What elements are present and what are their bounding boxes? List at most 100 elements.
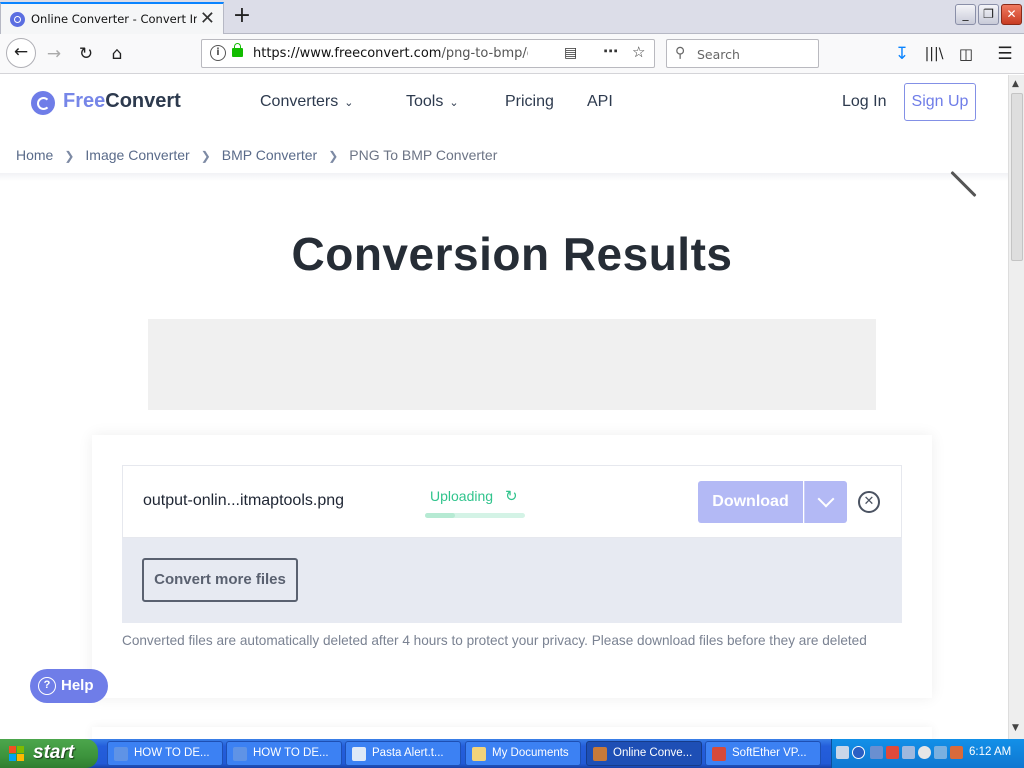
site-info-icon[interactable]: i	[210, 45, 226, 61]
scroll-up-arrow-icon[interactable]: ▲	[1012, 79, 1019, 89]
windows-taskbar: start HOW TO DE... HOW TO DE... Pasta Al…	[0, 739, 1024, 768]
breadcrumb-current: PNG To BMP Converter	[349, 147, 498, 163]
forward-arrow-icon[interactable]: →	[41, 41, 67, 67]
login-link[interactable]: Log In	[842, 93, 886, 111]
page-actions-icon[interactable]: ⋯	[603, 42, 618, 60]
logo-free: Free	[63, 90, 106, 112]
nav-converters[interactable]: Converters ⌄	[260, 93, 353, 111]
breadcrumb-home[interactable]: Home	[16, 147, 53, 163]
browser-tabbar: Online Converter - Convert Image ✕ + _ ❐…	[0, 0, 1024, 34]
speaker-icon[interactable]	[918, 746, 931, 759]
url-host: https://www.freeconvert.com	[253, 46, 442, 61]
notepad-icon	[352, 747, 366, 761]
signup-button[interactable]: Sign Up	[904, 83, 976, 121]
breadcrumb-bmp-converter[interactable]: BMP Converter	[222, 147, 317, 163]
browser-tab-active[interactable]: Online Converter - Convert Image ✕	[0, 2, 224, 34]
window-minimize-button[interactable]: _	[955, 4, 976, 25]
tab-title: Online Converter - Convert Image	[31, 12, 197, 26]
help-question-icon: ?	[38, 677, 56, 695]
upload-progress-fill	[425, 513, 455, 518]
nav-tools-label: Tools	[406, 93, 444, 110]
search-icon: ⚲	[675, 45, 686, 61]
header-divider	[0, 173, 1008, 181]
privacy-notice: Converted files are automatically delete…	[122, 633, 867, 648]
network-icon[interactable]	[870, 746, 883, 759]
download-options-chevron-icon[interactable]	[804, 481, 847, 523]
page-viewport: FreeConvert Converters ⌄ Tools ⌄ Pricing A…	[0, 75, 1008, 739]
firefox-icon	[593, 747, 607, 761]
secure-lock-icon	[232, 43, 243, 57]
site-logo[interactable]: FreeConvert	[63, 90, 181, 113]
search-bar[interactable]: ⚲ Search	[666, 39, 819, 68]
taskbar-item-softether[interactable]: SoftEther VP...	[705, 741, 821, 766]
start-button[interactable]: start	[0, 739, 98, 768]
taskbar-item-label: SoftEther VP...	[732, 747, 807, 759]
taskbar-item-how-to-2[interactable]: HOW TO DE...	[226, 741, 342, 766]
taskbar-item-label: HOW TO DE...	[253, 747, 329, 759]
new-tab-button[interactable]: +	[230, 3, 254, 28]
help-label: Help	[61, 677, 94, 694]
remove-file-icon[interactable]: ✕	[858, 491, 880, 513]
taskbar-item-how-to-1[interactable]: HOW TO DE...	[107, 741, 223, 766]
breadcrumb-image-converter[interactable]: Image Converter	[85, 147, 189, 163]
site-favicon-icon	[10, 12, 25, 27]
url-text[interactable]: https://www.freeconvert.com/png-to-bmp/d…	[253, 46, 528, 61]
scrollbar-thumb[interactable]	[1011, 93, 1023, 261]
help-button[interactable]: ? Help	[30, 669, 108, 703]
back-arrow-icon[interactable]: ←	[6, 38, 36, 68]
chevron-right-icon: ❯	[200, 149, 211, 163]
chevron-down-icon: ⌄	[344, 97, 354, 109]
page-title: Conversion Results	[291, 228, 733, 280]
taskbar-item-label: Pasta Alert.t...	[372, 747, 444, 759]
scroll-down-arrow-icon[interactable]: ▼	[1012, 723, 1019, 733]
search-placeholder: Search	[697, 47, 740, 62]
status-badge: Uploading	[430, 488, 494, 504]
bookmark-star-icon[interactable]: ☆	[632, 43, 645, 61]
sidebar-icon[interactable]: ◫	[953, 41, 979, 67]
keyboard-icon[interactable]	[836, 746, 849, 759]
taskbar-item-pasta-alert[interactable]: Pasta Alert.t...	[345, 741, 461, 766]
chevron-right-icon: ❯	[328, 149, 339, 163]
taskbar-item-label: HOW TO DE...	[134, 747, 210, 759]
taskbar-item-my-documents[interactable]: My Documents	[465, 741, 581, 766]
reader-view-icon[interactable]: ▤	[564, 45, 577, 61]
start-label: start	[33, 742, 75, 763]
freeconvert-logo-icon[interactable]	[31, 91, 55, 115]
clock: 6:12 AM	[969, 746, 1012, 758]
library-icon[interactable]: |||\	[921, 41, 947, 67]
nav-tools[interactable]: Tools ⌄	[406, 93, 459, 111]
ad-placeholder	[148, 319, 876, 410]
system-tray: 6:12 AM	[831, 739, 1024, 768]
reload-icon[interactable]: ↻	[73, 41, 99, 67]
file-name: output-onlin...itmaptools.png	[143, 492, 345, 509]
sync-icon[interactable]	[902, 746, 915, 759]
document-icon	[114, 747, 128, 761]
tab-close-icon[interactable]: ✕	[200, 8, 215, 29]
next-section-card	[92, 727, 932, 739]
taskbar-item-label: Online Conve...	[613, 747, 693, 759]
home-icon[interactable]: ⌂	[104, 41, 130, 67]
url-bar[interactable]: i https://www.freeconvert.com/png-to-bmp…	[201, 39, 655, 68]
tray-expand-icon[interactable]	[852, 746, 865, 759]
windows-flag-icon	[9, 746, 25, 762]
convert-more-button[interactable]: Convert more files	[142, 558, 298, 602]
taskbar-item-online-converter[interactable]: Online Conve...	[586, 741, 702, 766]
menu-hamburger-icon[interactable]: ☰	[992, 41, 1018, 67]
app-tray-icon[interactable]	[950, 746, 963, 759]
breadcrumb: Home ❯ Image Converter ❯ BMP Converter ❯ PNG T…	[16, 147, 497, 163]
window-maximize-button[interactable]: ❐	[978, 4, 999, 25]
folder-icon	[472, 747, 486, 761]
security-icon[interactable]	[886, 746, 899, 759]
nav-converters-label: Converters	[260, 93, 339, 110]
downloads-icon[interactable]: ↧	[889, 41, 915, 67]
download-button[interactable]: Download	[698, 481, 803, 523]
nav-pricing[interactable]: Pricing	[505, 93, 554, 111]
convert-more-area: Convert more files	[122, 538, 902, 623]
phone-icon[interactable]	[934, 746, 947, 759]
page-scrollbar[interactable]: ▲ ▼	[1008, 75, 1024, 739]
nav-api[interactable]: API	[587, 93, 613, 111]
taskbar-item-label: My Documents	[492, 747, 569, 759]
softether-icon	[712, 747, 726, 761]
window-close-button[interactable]: ✕	[1001, 4, 1022, 25]
chevron-right-icon: ❯	[64, 149, 75, 163]
